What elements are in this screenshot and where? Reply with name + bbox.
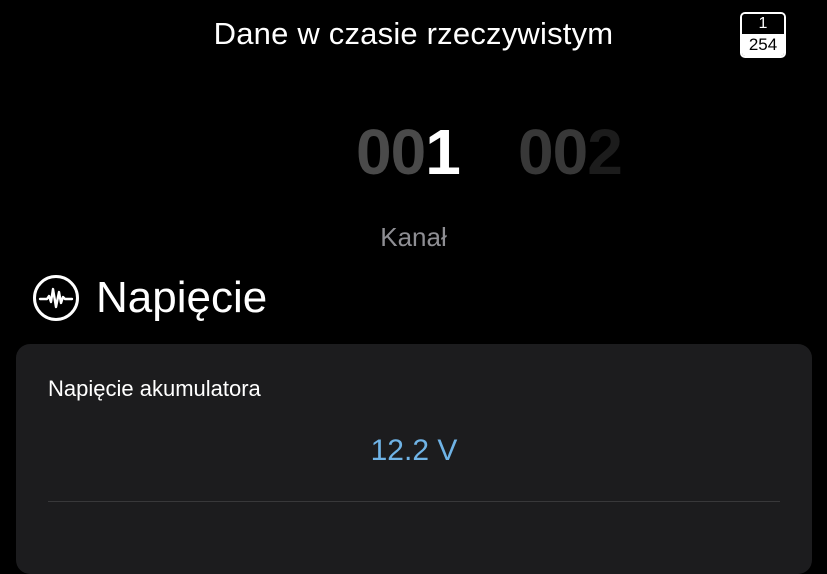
channel-next-digit: 2 bbox=[587, 116, 623, 188]
channel-current-digit: 1 bbox=[425, 116, 461, 188]
page-counter-badge[interactable]: 1 254 bbox=[740, 12, 786, 58]
battery-voltage-card: Napięcie akumulatora 12.2 V bbox=[16, 344, 812, 574]
channel-picker[interactable]: 001 002 bbox=[0, 112, 827, 192]
channel-next-prefix: 00 bbox=[518, 116, 588, 188]
divider bbox=[48, 501, 780, 502]
card-label: Napięcie akumulatora bbox=[48, 376, 261, 401]
page-total: 254 bbox=[742, 34, 784, 56]
page-current: 1 bbox=[742, 14, 784, 34]
channel-option-current[interactable]: 001 bbox=[356, 112, 461, 192]
waveform-circle-icon bbox=[33, 275, 79, 321]
section-title: Napięcie bbox=[96, 273, 268, 322]
page-title: Dane w czasie rzeczywistym bbox=[213, 16, 614, 51]
channel-current-prefix: 00 bbox=[356, 116, 426, 188]
channel-label: Kanał bbox=[380, 222, 447, 252]
battery-voltage-value: 12.2 V bbox=[370, 434, 458, 467]
channel-option-next[interactable]: 002 bbox=[518, 112, 623, 192]
section-header-voltage: Napięcie bbox=[32, 268, 267, 328]
